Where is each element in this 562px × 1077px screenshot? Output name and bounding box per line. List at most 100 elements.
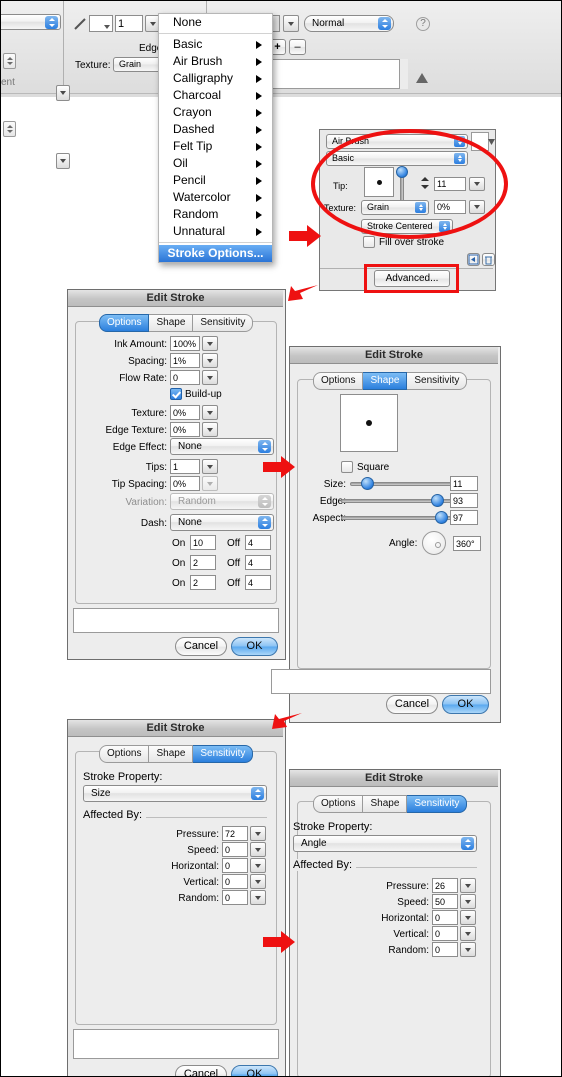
sensitivity-size-cancel-button[interactable]: Cancel [175,1065,227,1076]
menu-item-crayon[interactable]: Crayon [159,104,272,121]
tab-options[interactable]: Options [99,745,150,763]
opacity-popup-arrow[interactable] [283,15,299,32]
tab-options[interactable]: Options [313,795,364,813]
stroke-property-popup[interactable]: Size [83,785,267,802]
tab-shape[interactable]: Shape [149,745,194,763]
angle-dial[interactable] [422,531,446,555]
shape-ok-button[interactable]: OK [442,695,489,714]
tab-options[interactable]: Options [99,314,150,332]
sensitivity-size-ok-button[interactable]: OK [231,1065,278,1076]
left-stepper-2[interactable] [3,121,16,137]
speed-popup-arrow[interactable] [460,894,476,909]
ink-amount-popup-arrow[interactable] [202,336,218,351]
speed-input[interactable]: 50 [432,894,458,909]
variation-popup[interactable]: Random [170,493,274,510]
tab-sensitivity[interactable]: Sensitivity [193,745,254,763]
tip-spacing-popup-arrow[interactable] [202,476,218,491]
menu-item-stroke-options[interactable]: Stroke Options... [159,245,272,262]
pressure-input[interactable]: 72 [222,826,248,841]
menu-item-random[interactable]: Random [159,206,272,223]
edge-texture-input[interactable]: 0% [170,422,200,437]
edge-slider[interactable] [341,494,458,508]
random-input[interactable]: 0 [432,942,458,957]
swatch-list-area[interactable] [267,59,408,89]
menu-item-felt-tip[interactable]: Felt Tip [159,138,272,155]
tab-shape[interactable]: Shape [363,795,408,813]
brush-preview-arrow-icon[interactable] [488,139,495,145]
tip-spacing-input[interactable]: 0% [170,476,200,491]
sensitivity-size-tabbar[interactable]: Options Shape Sensitivity [99,745,254,763]
vertical-popup-arrow[interactable] [460,926,476,941]
aspect-value-input[interactable]: 97 [450,510,478,525]
tab-sensitivity[interactable]: Sensitivity [407,372,468,390]
help-icon[interactable]: ? [416,17,430,31]
dash-off-input-2[interactable]: 4 [245,555,271,570]
tips-popup-arrow[interactable] [202,459,218,474]
random-popup-arrow[interactable] [250,890,266,905]
pressure-input[interactable]: 26 [432,878,458,893]
dash-off-input-1[interactable]: 4 [245,535,271,550]
angle-value-input[interactable]: 360° [453,536,481,551]
speed-input[interactable]: 0 [222,842,248,857]
left-popup-arrow-2[interactable] [56,153,70,169]
menu-item-watercolor[interactable]: Watercolor [159,189,272,206]
menu-item-charcoal[interactable]: Charcoal [159,87,272,104]
dash-on-input-1[interactable]: 10 [190,535,216,550]
sensitivity-angle-tabbar[interactable]: Options Shape Sensitivity [313,795,468,813]
pressure-popup-arrow[interactable] [460,878,476,893]
menu-item-unnatural[interactable]: Unnatural [159,223,272,240]
texture-amount-input[interactable]: 0% [170,405,200,420]
menu-item-oil[interactable]: Oil [159,155,272,172]
left-popup-truncated[interactable] [1,14,61,30]
menu-item-dashed[interactable]: Dashed [159,121,272,138]
swatch-list-scrollbar[interactable] [399,59,408,89]
tips-input[interactable]: 1 [170,459,200,474]
dash-popup[interactable]: None [170,514,274,531]
stroke-width-input[interactable]: 1 [115,15,143,32]
texture-amount-popup-arrow[interactable] [202,405,218,420]
blend-mode-popup[interactable]: Normal [304,15,394,32]
menu-item-basic[interactable]: Basic [159,36,272,53]
edge-value-input[interactable]: 93 [450,493,478,508]
ink-amount-input[interactable]: 100% [170,336,200,351]
left-stepper-1[interactable] [3,53,16,69]
fill-over-stroke-checkbox[interactable] [363,236,375,248]
vertical-popup-arrow[interactable] [250,874,266,889]
options-tabbar[interactable]: Options Shape Sensitivity [99,314,254,332]
horizontal-input[interactable]: 0 [222,858,248,873]
random-input[interactable]: 0 [222,890,248,905]
aspect-slider[interactable] [341,511,458,525]
menu-item-air-brush[interactable]: Air Brush [159,53,272,70]
stroke-color-swatch[interactable] [89,15,113,32]
options-ok-button[interactable]: OK [231,637,278,656]
menu-item-none[interactable]: None [159,14,272,31]
speed-popup-arrow[interactable] [250,842,266,857]
edge-effect-popup[interactable]: None [170,438,274,455]
menu-item-calligraphy[interactable]: Calligraphy [159,70,272,87]
random-popup-arrow[interactable] [460,942,476,957]
flow-rate-popup-arrow[interactable] [202,370,218,385]
dash-on-input-2[interactable]: 2 [190,555,216,570]
collapse-triangle-icon[interactable] [416,73,428,83]
shape-tabbar[interactable]: Options Shape Sensitivity [313,372,468,390]
edge-slider-knob[interactable] [431,494,444,507]
remove-button[interactable]: – [289,39,306,55]
tab-sensitivity[interactable]: Sensitivity [193,314,254,332]
flow-rate-input[interactable]: 0 [170,370,200,385]
duplicate-icon[interactable] [467,253,480,266]
tab-sensitivity[interactable]: Sensitivity [407,795,468,813]
dash-on-input-3[interactable]: 2 [190,575,216,590]
horizontal-input[interactable]: 0 [432,910,458,925]
square-checkbox[interactable] [341,461,353,473]
stroke-style-menu[interactable]: None Basic Air Brush Calligraphy Charcoa… [158,13,273,263]
size-slider[interactable] [350,477,458,491]
trash-icon[interactable] [482,253,495,266]
shape-preview[interactable] [340,394,398,452]
edge-texture-popup-arrow[interactable] [202,422,218,437]
options-cancel-button[interactable]: Cancel [175,637,227,656]
pressure-popup-arrow[interactable] [250,826,266,841]
size-value-input[interactable]: 11 [450,476,478,491]
horizontal-popup-arrow[interactable] [250,858,266,873]
vertical-input[interactable]: 0 [222,874,248,889]
tab-shape[interactable]: Shape [363,372,408,390]
